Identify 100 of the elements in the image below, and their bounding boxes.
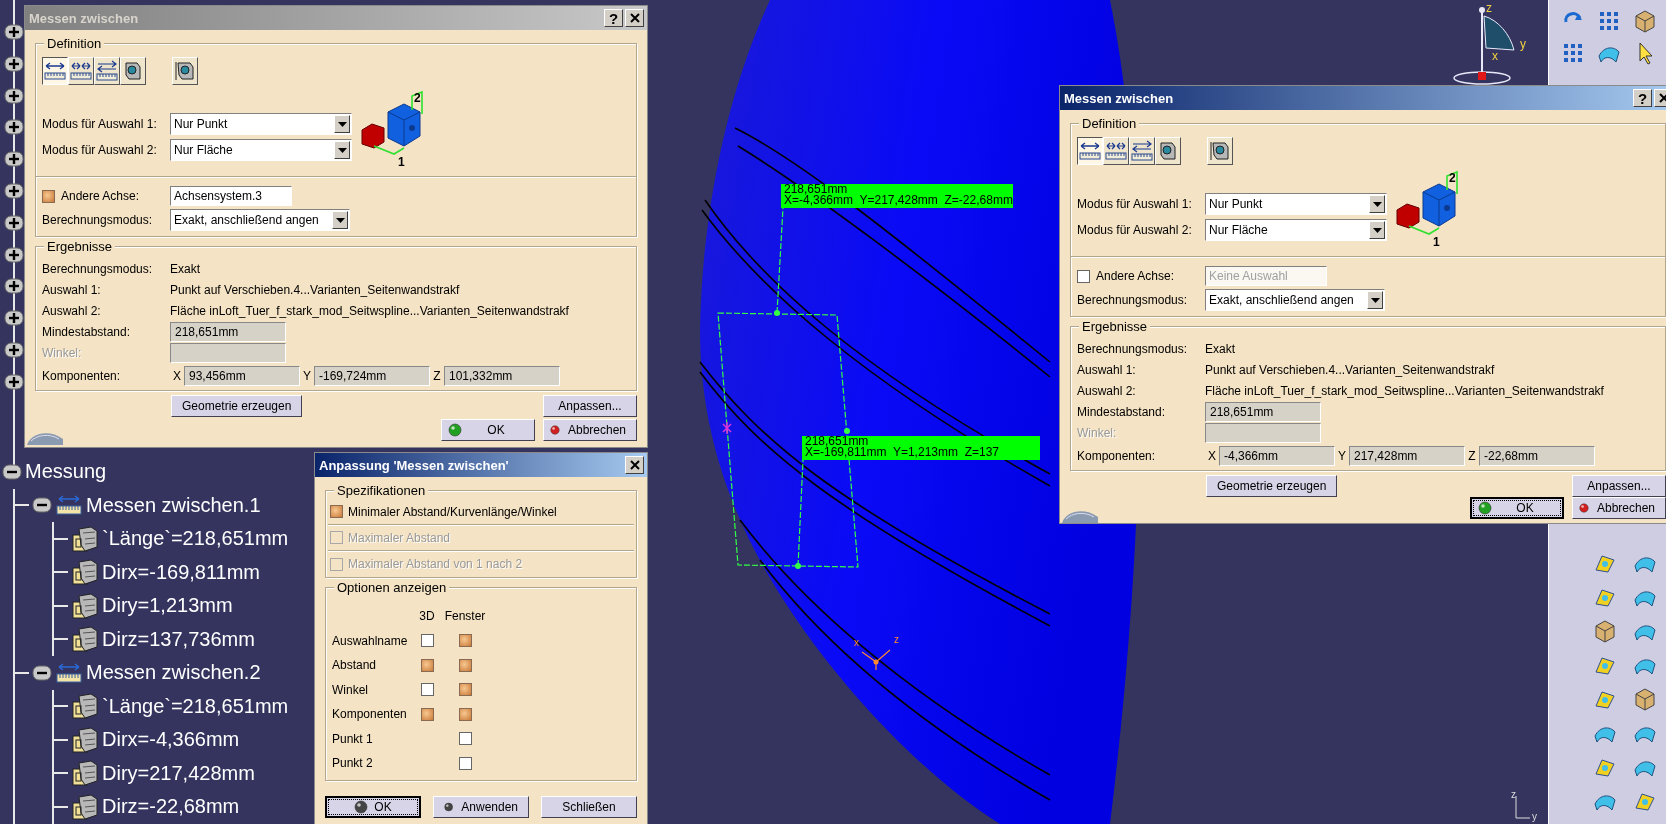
column-header: Fenster xyxy=(443,608,487,626)
checkbox[interactable] xyxy=(458,756,472,770)
create-geometry-button[interactable]: Geometrie erzeugen xyxy=(171,395,303,417)
tree-label[interactable]: Dirx=-169,811mm xyxy=(102,560,261,584)
cancel-button[interactable]: Abbrechen xyxy=(1572,497,1666,519)
cube-icon[interactable] xyxy=(1592,618,1618,644)
parameter-icon xyxy=(71,692,99,721)
readonly-field: -169,724mm xyxy=(314,366,430,386)
collapse-icon[interactable] xyxy=(2,463,22,480)
tree-label[interactable]: Diry=217,428mm xyxy=(102,761,255,785)
expand-icon[interactable] xyxy=(4,373,24,390)
checkbox[interactable] xyxy=(458,707,472,721)
apply-button[interactable]: Anwenden xyxy=(433,796,529,818)
chain-tool-button[interactable] xyxy=(1103,137,1129,165)
dropdown[interactable]: Nur Punkt xyxy=(170,113,352,135)
fan-tool-button[interactable] xyxy=(1129,137,1155,165)
checkbox[interactable] xyxy=(420,707,434,721)
cancel-button[interactable]: Abbrechen xyxy=(543,419,637,441)
checkbox[interactable] xyxy=(458,732,472,746)
distance-tool-button[interactable] xyxy=(1077,137,1103,165)
tree-label[interactable]: `Länge`=218,651mm xyxy=(102,694,289,718)
expand-icon[interactable] xyxy=(4,151,24,168)
tree-label[interactable]: Dirz=-22,68mm xyxy=(102,795,240,819)
checkbox[interactable] xyxy=(330,505,343,518)
close-button[interactable] xyxy=(625,456,644,474)
create-geometry-button[interactable]: Geometrie erzeugen xyxy=(1206,475,1338,497)
group-label: Ergebnisse xyxy=(1079,319,1151,334)
checkbox[interactable] xyxy=(420,658,434,672)
result-value: Punkt auf Verschieben.4...Varianten_Seitenwandstrakf xyxy=(170,282,461,299)
axis-label: y xyxy=(1520,37,1526,51)
tree-label[interactable]: Dirx=-4,366mm xyxy=(102,728,240,752)
tree-label[interactable]: Messung xyxy=(25,460,107,484)
axis-label: z xyxy=(1486,1,1492,15)
collapse-icon[interactable] xyxy=(32,497,52,514)
checkbox[interactable] xyxy=(458,634,472,648)
tree-label[interactable]: Messen zwischen.2 xyxy=(86,661,261,685)
result-value: Exakt xyxy=(170,261,201,278)
customize-button[interactable]: Anpassen... xyxy=(543,395,637,417)
expand-icon[interactable] xyxy=(4,24,24,40)
result-value: Punkt auf Verschieben.4...Varianten_Seitenwandstrakf xyxy=(1205,362,1496,379)
field-label: Modus für Auswahl 2: xyxy=(1077,223,1193,237)
expand-icon[interactable] xyxy=(4,246,24,263)
dropdown[interactable]: Exakt, anschließend angen xyxy=(1205,289,1385,311)
checkbox-label: Maximaler Abstand von 1 nach 2 xyxy=(348,557,523,571)
ok-button[interactable]: OK xyxy=(1470,497,1564,519)
help-button[interactable]: ? xyxy=(604,9,623,27)
dropdown[interactable]: Nur Fläche xyxy=(170,139,352,161)
close-dialog-button[interactable]: Schließen xyxy=(541,796,637,818)
expand-icon[interactable] xyxy=(4,183,24,199)
readonly-field: 218,651mm xyxy=(170,322,286,342)
field-label: Komponenten: xyxy=(1077,449,1157,463)
expand-icon[interactable] xyxy=(4,119,24,136)
cube-icon[interactable] xyxy=(1632,8,1658,34)
distance-tool-button[interactable] xyxy=(42,57,68,85)
checkbox[interactable] xyxy=(420,634,434,648)
caret-icon xyxy=(335,217,345,223)
tree-label[interactable]: Diry=1,213mm xyxy=(102,594,233,618)
axis-label: y xyxy=(1532,811,1537,822)
cube-icon[interactable] xyxy=(1632,686,1658,712)
field-label: Winkel: xyxy=(1077,425,1118,442)
customize-button[interactable]: Anpassen... xyxy=(1572,475,1666,497)
close-icon xyxy=(629,13,640,23)
ok-button[interactable]: OK xyxy=(325,796,421,818)
option-label: Punkt 1 xyxy=(332,730,374,748)
ok-button[interactable]: OK xyxy=(441,419,535,441)
checkbox[interactable] xyxy=(42,189,55,203)
group-label: Optionen anzeigen xyxy=(334,580,450,595)
item-tool-button[interactable] xyxy=(120,57,146,85)
tree-label[interactable]: Dirz=137,736mm xyxy=(102,627,255,651)
ruler-icon xyxy=(55,494,83,517)
dropdown[interactable]: Exakt, anschließend angen xyxy=(170,209,350,231)
collapse-icon[interactable] xyxy=(32,664,52,681)
help-button[interactable]: ? xyxy=(1633,89,1652,107)
item-tool-button[interactable] xyxy=(1155,137,1181,165)
fan-tool-button[interactable] xyxy=(94,57,120,85)
option-label: Komponenten xyxy=(332,706,408,724)
caret-icon xyxy=(337,147,347,153)
checkbox[interactable] xyxy=(458,683,472,697)
thickness-tool-button[interactable] xyxy=(172,57,198,85)
field-label: Winkel: xyxy=(42,345,83,362)
checkbox[interactable] xyxy=(458,658,472,672)
field-label: Andere Achse: xyxy=(1096,269,1175,283)
thickness-tool-button[interactable] xyxy=(1207,137,1233,165)
tree-label[interactable]: Messen zwischen.1 xyxy=(86,493,261,517)
field-label: Mindestabstand: xyxy=(42,324,132,341)
checkbox[interactable] xyxy=(420,683,434,697)
expand-icon[interactable] xyxy=(4,310,24,327)
expand-icon[interactable] xyxy=(4,55,24,72)
expand-icon[interactable] xyxy=(4,214,24,231)
tree-label[interactable]: `Länge`=218,651mm xyxy=(102,527,289,551)
expand-icon[interactable] xyxy=(4,341,24,358)
parameter-icon xyxy=(71,524,99,553)
readonly-field: 93,456mm xyxy=(184,366,300,386)
expand-icon[interactable] xyxy=(4,278,24,295)
chain-tool-button[interactable] xyxy=(68,57,94,85)
text-field[interactable]: Achsensystem.3 xyxy=(170,186,292,206)
expand-icon[interactable] xyxy=(4,87,24,104)
dropdown[interactable]: Nur Fläche xyxy=(1205,219,1387,241)
close-button[interactable] xyxy=(625,9,644,27)
dropdown[interactable]: Nur Punkt xyxy=(1205,193,1387,215)
